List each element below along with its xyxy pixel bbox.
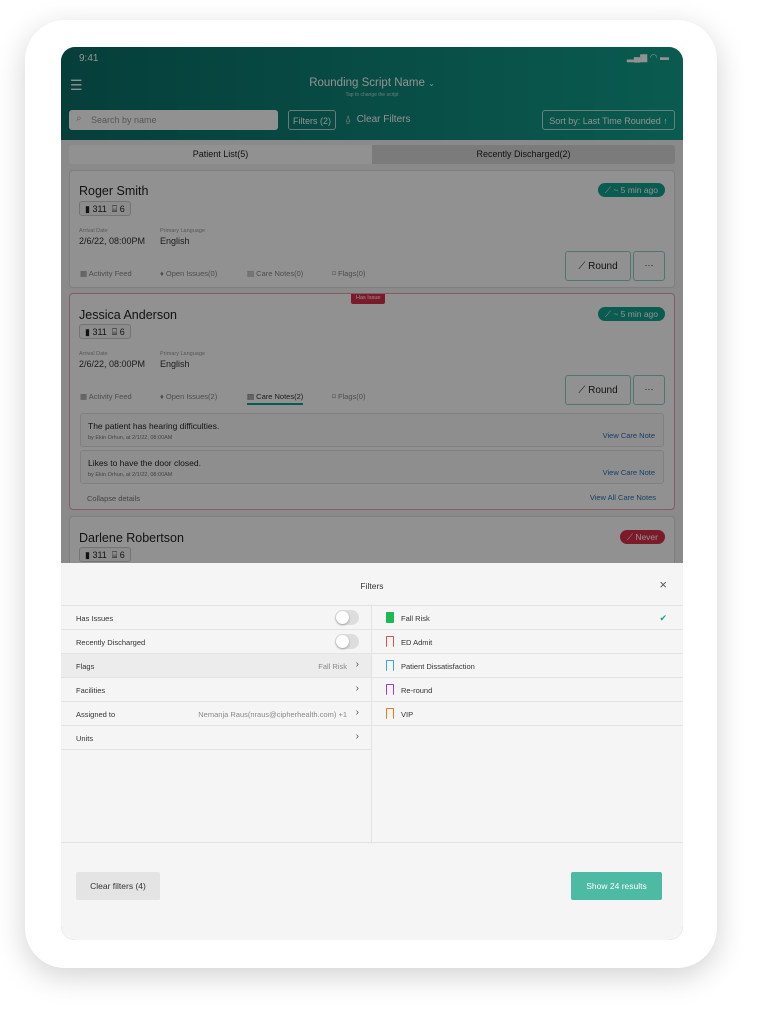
- divider: [61, 842, 683, 843]
- flag-label: ED Admit: [401, 638, 433, 647]
- flag-icon: [386, 708, 394, 719]
- sheet-title: Filters: [360, 581, 384, 591]
- flag-option-patient-dissatisfaction[interactable]: Patient Dissatisfaction: [372, 654, 683, 678]
- filter-label: Facilities: [76, 686, 106, 695]
- filter-value: Nemanja Raus(nraus@cipherhealth.com) +1: [198, 710, 347, 719]
- filter-label: Flags: [76, 662, 95, 671]
- flag-label: Fall Risk: [401, 614, 430, 623]
- flag-option-vip[interactable]: VIP: [372, 702, 683, 726]
- filter-value: Fall Risk: [318, 662, 347, 671]
- filter-has-issues: Has Issues: [61, 606, 371, 630]
- check-icon: ✔: [659, 613, 667, 623]
- screen: 9:41 ▂▄▆ ◠ ▬ ☰ Rounding Script Name ⌄ Ta…: [61, 47, 683, 940]
- flag-icon: [386, 612, 394, 623]
- recently-discharged-toggle[interactable]: [335, 634, 359, 649]
- filter-units[interactable]: Units ›: [61, 726, 371, 750]
- filter-recently-discharged: Recently Discharged: [61, 630, 371, 654]
- filter-label: Has Issues: [76, 614, 114, 623]
- flag-label: Patient Dissatisfaction: [401, 662, 475, 671]
- flag-label: VIP: [401, 710, 414, 719]
- has-issues-toggle[interactable]: [335, 610, 359, 625]
- flag-option-ed-admit[interactable]: ED Admit: [372, 630, 683, 654]
- show-results-button[interactable]: Show 24 results: [571, 872, 662, 900]
- filter-assigned-to[interactable]: Assigned to Nemanja Raus(nraus@cipherheal…: [61, 702, 371, 726]
- flag-icon: [386, 636, 394, 647]
- filter-label: Recently Discharged: [76, 638, 146, 647]
- flag-label: Re-round: [401, 686, 433, 695]
- chevron-right-icon: ›: [355, 707, 359, 718]
- filter-flags[interactable]: Flags Fall Risk ›: [61, 654, 371, 678]
- flag-icon: [386, 660, 394, 671]
- chevron-right-icon: ›: [355, 659, 359, 670]
- close-icon[interactable]: ×: [659, 577, 667, 592]
- chevron-right-icon: ›: [355, 683, 359, 694]
- filter-label: Assigned to: [76, 710, 116, 719]
- flag-option-re-round[interactable]: Re-round: [372, 678, 683, 702]
- filters-sheet: Filters × Has Issues Recently Discharged…: [61, 563, 683, 940]
- clear-filters-sheet-button[interactable]: Clear filters (4): [76, 872, 160, 900]
- flag-icon: [386, 684, 394, 695]
- filter-facilities[interactable]: Facilities ›: [61, 678, 371, 702]
- chevron-right-icon: ›: [355, 731, 359, 742]
- flag-option-fall-risk[interactable]: Fall Risk ✔: [372, 606, 683, 630]
- filter-label: Units: [76, 734, 94, 743]
